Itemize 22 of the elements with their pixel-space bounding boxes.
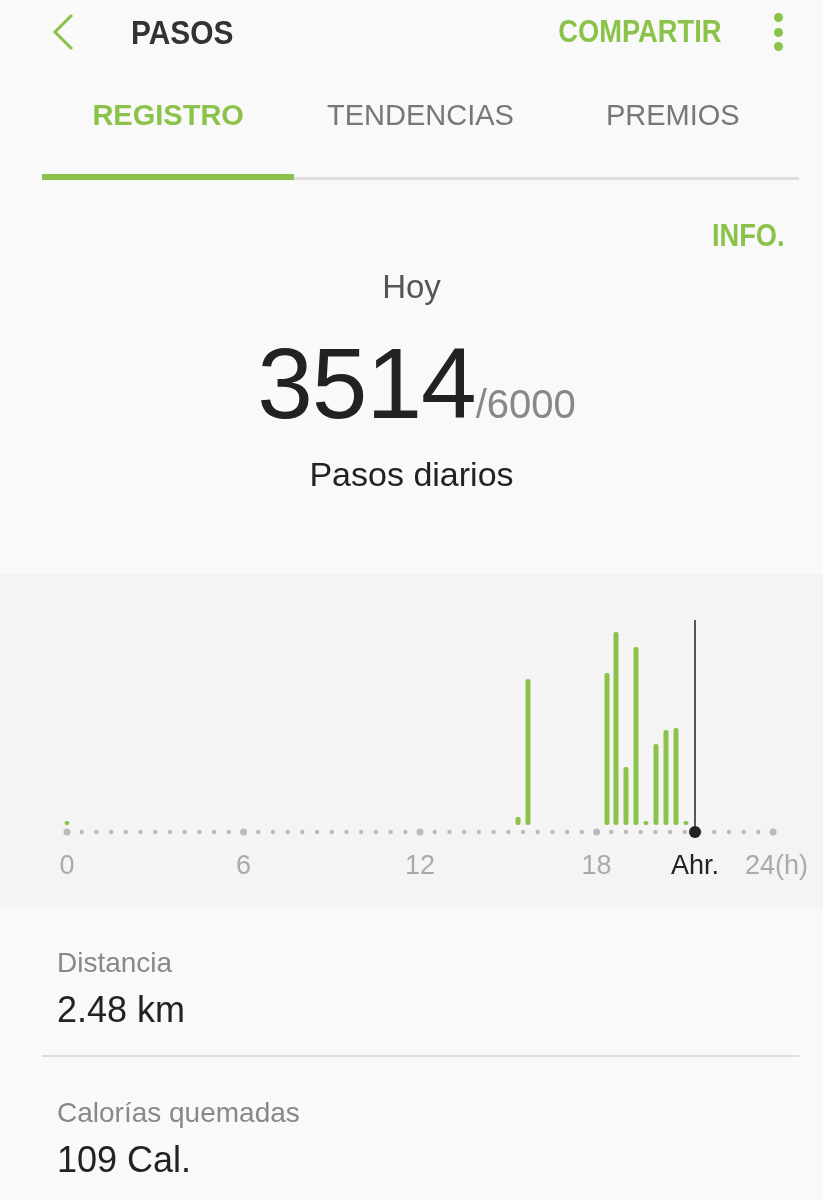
share-button[interactable]: COMPARTIR	[557, 14, 721, 50]
axis-label: 18	[581, 850, 612, 880]
tab[interactable]: REGISTRO	[42, 76, 295, 180]
axis-label: 24(h)	[744, 850, 808, 880]
stat-value: 109 Cal.	[57, 1139, 193, 1181]
tab[interactable]: PREMIOS	[546, 76, 799, 180]
more-options-icon[interactable]	[773, 13, 783, 51]
axis-label: 6	[236, 850, 252, 880]
stat-label: Distancia	[57, 947, 174, 979]
stat-label: Calorías quemadas	[57, 1097, 301, 1129]
axis-label: 0	[59, 850, 75, 880]
axis-label: 12	[405, 850, 436, 880]
page-title: PASOS	[131, 12, 235, 52]
step-count: 3514	[257, 326, 476, 441]
period-label: Hoy	[382, 268, 441, 306]
steps-caption: Pasos diarios	[309, 455, 514, 494]
back-icon[interactable]	[50, 12, 76, 52]
axis-label: Ahr.	[671, 850, 719, 880]
info-link[interactable]: INFO.	[712, 218, 785, 254]
tab[interactable]: TENDENCIAS	[294, 76, 547, 180]
stat-value: 2.48 km	[57, 989, 187, 1031]
step-goal: /6000	[475, 382, 576, 427]
